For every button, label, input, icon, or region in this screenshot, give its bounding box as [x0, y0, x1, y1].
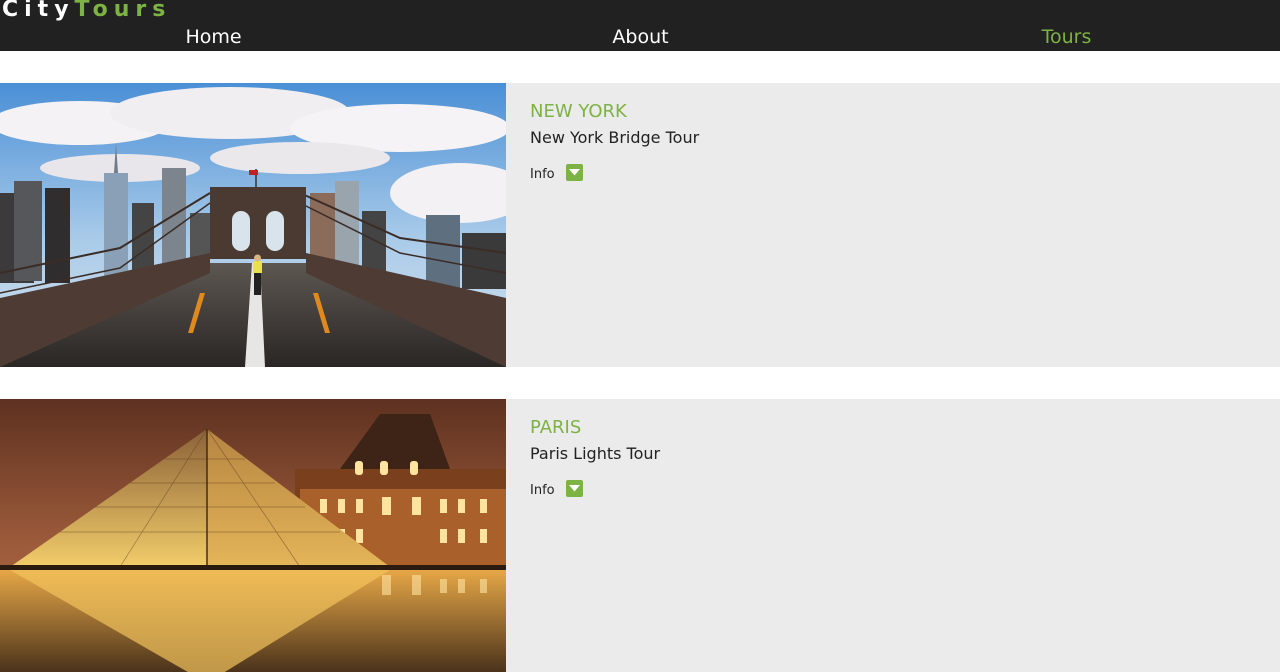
- info-label: Info: [530, 166, 555, 182]
- info-button[interactable]: [565, 479, 583, 497]
- tour-name: Paris Lights Tour: [530, 444, 661, 463]
- nav-about[interactable]: About: [427, 23, 854, 51]
- tour-card-new-york: NEW YORK New York Bridge Tour Info: [0, 83, 1280, 367]
- info-button[interactable]: [565, 163, 583, 181]
- logo-tours: Tours: [74, 0, 172, 22]
- logo-city: City: [2, 0, 75, 22]
- info-toggle: Info: [530, 163, 583, 185]
- tour-city: PARIS: [530, 417, 582, 438]
- new-york-photo: [0, 83, 506, 367]
- logo[interactable]: CityTours: [2, 0, 171, 24]
- caret-down-icon: [568, 484, 580, 491]
- tour-name: New York Bridge Tour: [530, 128, 700, 147]
- caret-down-icon: [568, 168, 580, 175]
- tour-city: NEW YORK: [530, 101, 627, 122]
- navbar: CityTours Home About Tours: [0, 0, 1280, 51]
- tour-card-paris: PARIS Paris Lights Tour Info: [0, 399, 1280, 672]
- info-toggle: Info: [530, 479, 583, 501]
- nav-tours[interactable]: Tours: [853, 23, 1280, 51]
- nav-home[interactable]: Home: [0, 23, 427, 51]
- paris-photo: [0, 399, 506, 672]
- info-label: Info: [530, 482, 555, 498]
